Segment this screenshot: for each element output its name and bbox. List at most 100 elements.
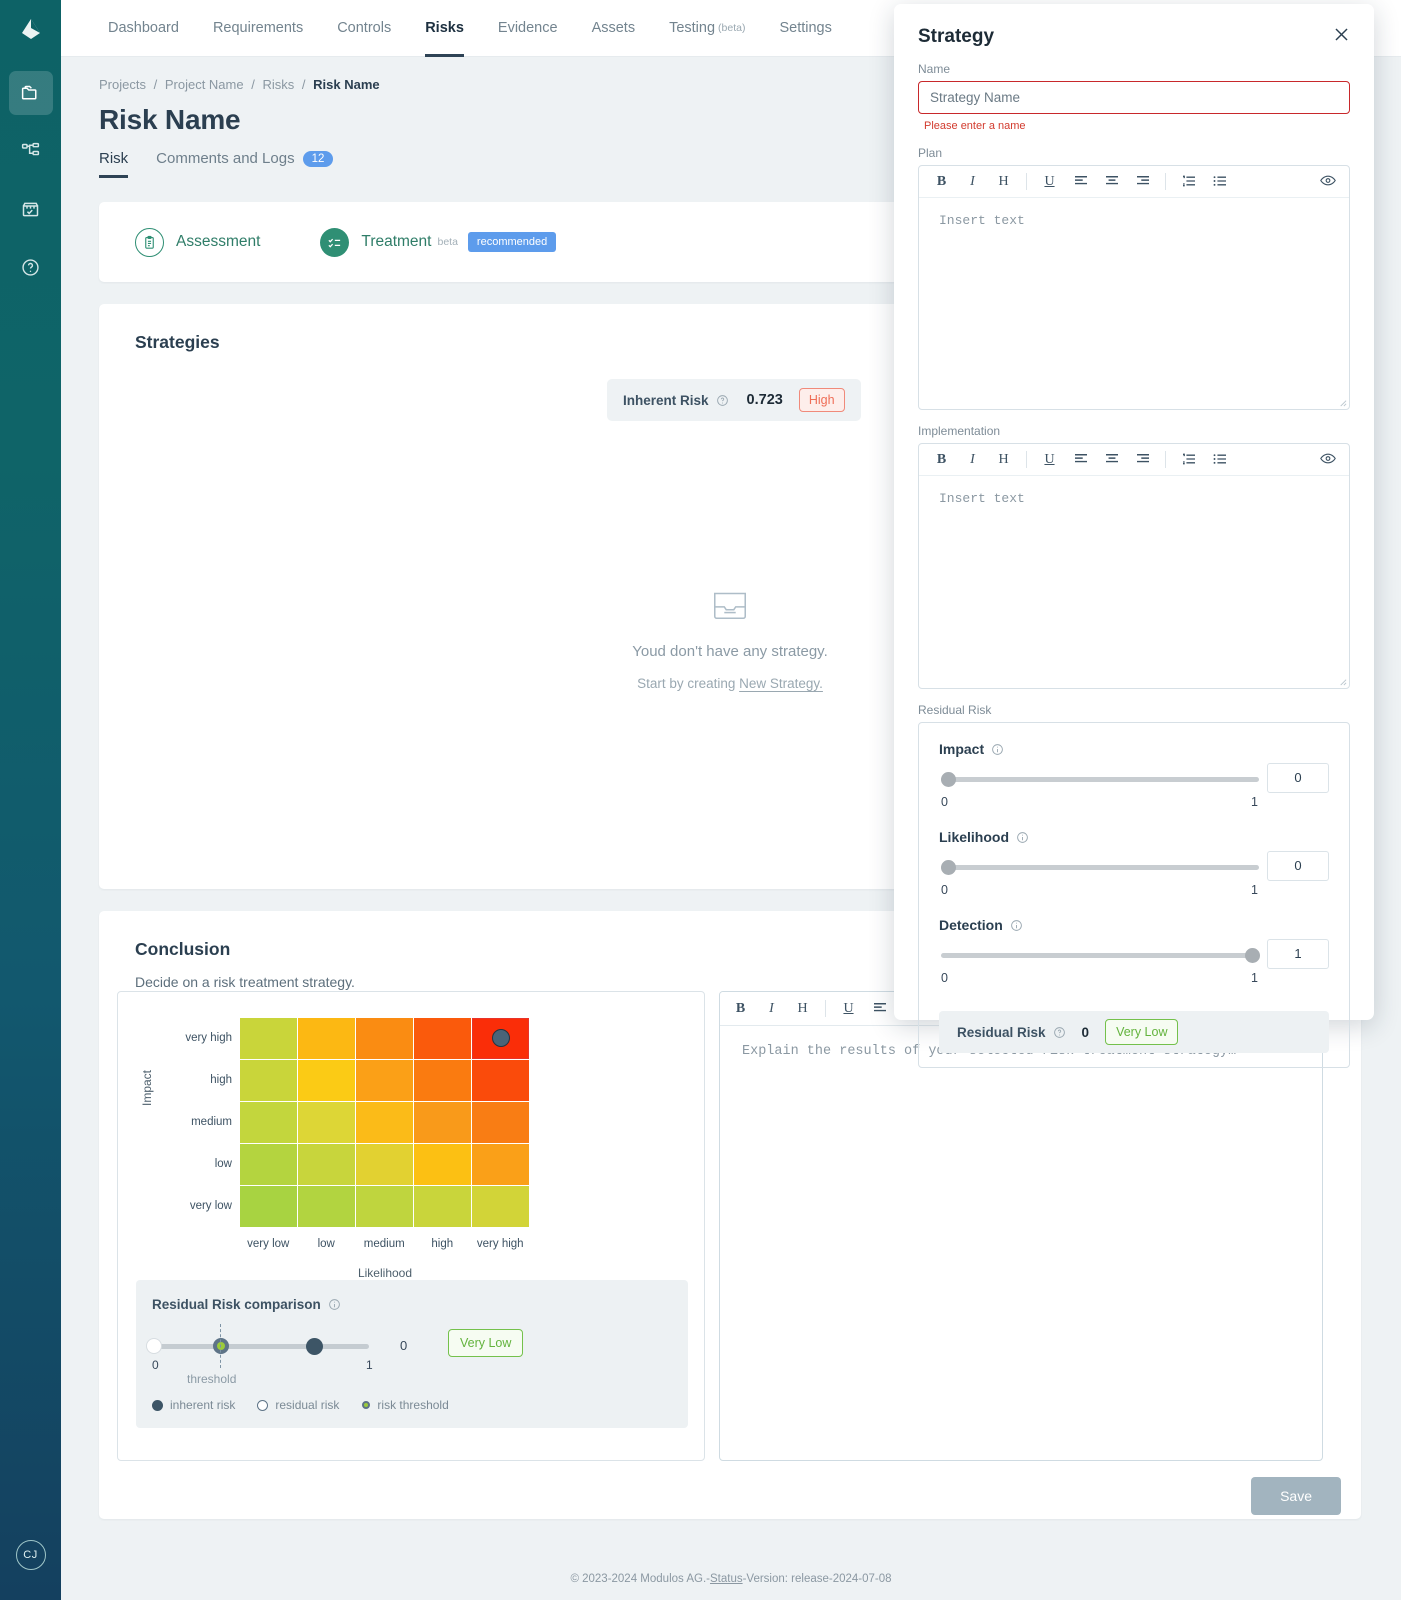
sidebar-item-workflow[interactable] (9, 129, 53, 173)
impact-label: Impact (939, 741, 984, 757)
help-circle-icon[interactable] (716, 394, 729, 407)
sidebar-item-marketplace[interactable] (9, 187, 53, 231)
bold-button[interactable]: B (933, 174, 950, 190)
step-treatment[interactable]: Treatment beta recommended (320, 228, 556, 257)
tab-comments-and-logs[interactable]: Comments and Logs (156, 150, 294, 178)
matrix-y-axis-label: Impact (140, 1070, 154, 1106)
nav-evidence[interactable]: Evidence (498, 0, 558, 57)
threshold-label: threshold (187, 1372, 236, 1386)
threshold-line (220, 1324, 221, 1368)
bold-button[interactable]: B (732, 1001, 749, 1017)
likelihood-value-input[interactable]: 0 (1267, 851, 1329, 881)
nav-dashboard[interactable]: Dashboard (108, 0, 179, 57)
sidebar-item-help[interactable] (9, 245, 53, 289)
align-left-icon[interactable] (1072, 452, 1089, 468)
comparison-title: Residual Risk comparison (152, 1297, 321, 1312)
info-circle-icon[interactable] (991, 743, 1004, 756)
nav-label: Dashboard (108, 20, 179, 36)
align-right-icon[interactable] (1134, 174, 1151, 190)
eye-icon[interactable] (1320, 174, 1336, 192)
matrix-x-tick: high (414, 1238, 471, 1250)
breadcrumb-item-risks[interactable]: Risks (262, 77, 294, 92)
eye-icon[interactable] (1320, 452, 1336, 470)
align-left-icon[interactable] (1072, 174, 1089, 190)
bullet-list-icon[interactable] (1211, 174, 1228, 190)
legend-item-residual-risk: residual risk (257, 1398, 339, 1412)
sidebar-item-projects[interactable] (9, 71, 53, 115)
nav-settings[interactable]: Settings (779, 0, 831, 57)
comparison-slider-track[interactable] (154, 1344, 369, 1349)
plan-editor-placeholder[interactable]: Insert text (919, 198, 1349, 243)
implementation-editor-placeholder[interactable]: Insert text (919, 476, 1349, 521)
resize-grip-icon[interactable] (1338, 677, 1347, 686)
nav-controls[interactable]: Controls (337, 0, 391, 57)
heading-button[interactable]: H (995, 174, 1012, 190)
align-right-icon[interactable] (1134, 452, 1151, 468)
info-circle-icon[interactable] (328, 1298, 341, 1311)
breadcrumb-separator: / (251, 77, 255, 92)
align-left-icon[interactable] (871, 1001, 888, 1017)
info-circle-icon[interactable] (1016, 831, 1029, 844)
toolbar-divider (825, 1000, 826, 1017)
app-logo[interactable] (0, 0, 61, 57)
nav-beta-tag: (beta) (718, 22, 745, 34)
implementation-editor-toolbar: B I H U (919, 444, 1349, 476)
underline-button[interactable]: U (840, 1001, 857, 1017)
heading-button[interactable]: H (794, 1001, 811, 1017)
residual-risk-result-badge: Very Low (1105, 1019, 1178, 1045)
step-assessment[interactable]: Assessment (135, 228, 260, 257)
residual-risk-box: Impact 0 1 0 Likelihood (918, 722, 1350, 1068)
plan-editor: B I H U Insert text (918, 165, 1350, 410)
ordered-list-icon[interactable] (1180, 174, 1197, 190)
footer-status-link[interactable]: Status (710, 1573, 743, 1585)
new-strategy-link[interactable]: New Strategy. (739, 676, 823, 691)
store-check-icon (20, 199, 41, 220)
avatar[interactable]: CJ (16, 1540, 46, 1570)
impact-slider-knob[interactable] (941, 772, 956, 787)
ordered-list-icon[interactable] (1180, 452, 1197, 468)
tab-risk[interactable]: Risk (99, 150, 128, 178)
nav-assets[interactable]: Assets (592, 0, 636, 57)
inherent-risk-knob[interactable] (306, 1338, 323, 1355)
bullet-list-icon[interactable] (1211, 452, 1228, 468)
matrix-cell (240, 1144, 297, 1185)
nav-label: Testing (669, 20, 715, 36)
detection-slider-knob[interactable] (1245, 948, 1260, 963)
detection-value-input[interactable]: 1 (1267, 939, 1329, 969)
close-icon[interactable] (1333, 26, 1350, 47)
matrix-cell (472, 1102, 529, 1143)
align-center-icon[interactable] (1103, 174, 1120, 190)
likelihood-slider-track[interactable] (941, 865, 1259, 870)
residual-risk-knob[interactable] (146, 1338, 162, 1354)
underline-button[interactable]: U (1041, 452, 1058, 468)
help-circle-icon[interactable] (1053, 1026, 1066, 1039)
info-circle-icon[interactable] (1010, 919, 1023, 932)
nav-testing[interactable]: Testing (beta) (669, 0, 745, 57)
breadcrumb-item-project-name[interactable]: Project Name (165, 77, 244, 92)
matrix-cell (356, 1060, 413, 1101)
align-center-icon[interactable] (1103, 452, 1120, 468)
nav-requirements[interactable]: Requirements (213, 0, 303, 57)
legend-dot-filled (152, 1400, 163, 1411)
italic-button[interactable]: I (964, 452, 981, 468)
save-button[interactable]: Save (1251, 1477, 1341, 1515)
bold-button[interactable]: B (933, 452, 950, 468)
nav-risks[interactable]: Risks (425, 0, 464, 57)
strategy-name-input[interactable] (918, 81, 1350, 114)
comparison-title-row: Residual Risk comparison (136, 1280, 688, 1312)
breadcrumb-item-projects[interactable]: Projects (99, 77, 146, 92)
comparison-max: 1 (366, 1358, 373, 1372)
underline-button[interactable]: U (1041, 174, 1058, 190)
italic-button[interactable]: I (964, 174, 981, 190)
resize-grip-icon[interactable] (1338, 398, 1347, 407)
impact-slider-track[interactable] (941, 777, 1259, 782)
heading-button[interactable]: H (995, 452, 1012, 468)
impact-value-input[interactable]: 0 (1267, 763, 1329, 793)
detection-slider-track[interactable] (941, 953, 1259, 958)
likelihood-slider-knob[interactable] (941, 860, 956, 875)
comparison-value: 0 (400, 1338, 407, 1353)
nav-label: Evidence (498, 20, 558, 36)
matrix-cell (240, 1060, 297, 1101)
plan-field-label: Plan (894, 132, 1374, 165)
italic-button[interactable]: I (763, 1001, 780, 1017)
